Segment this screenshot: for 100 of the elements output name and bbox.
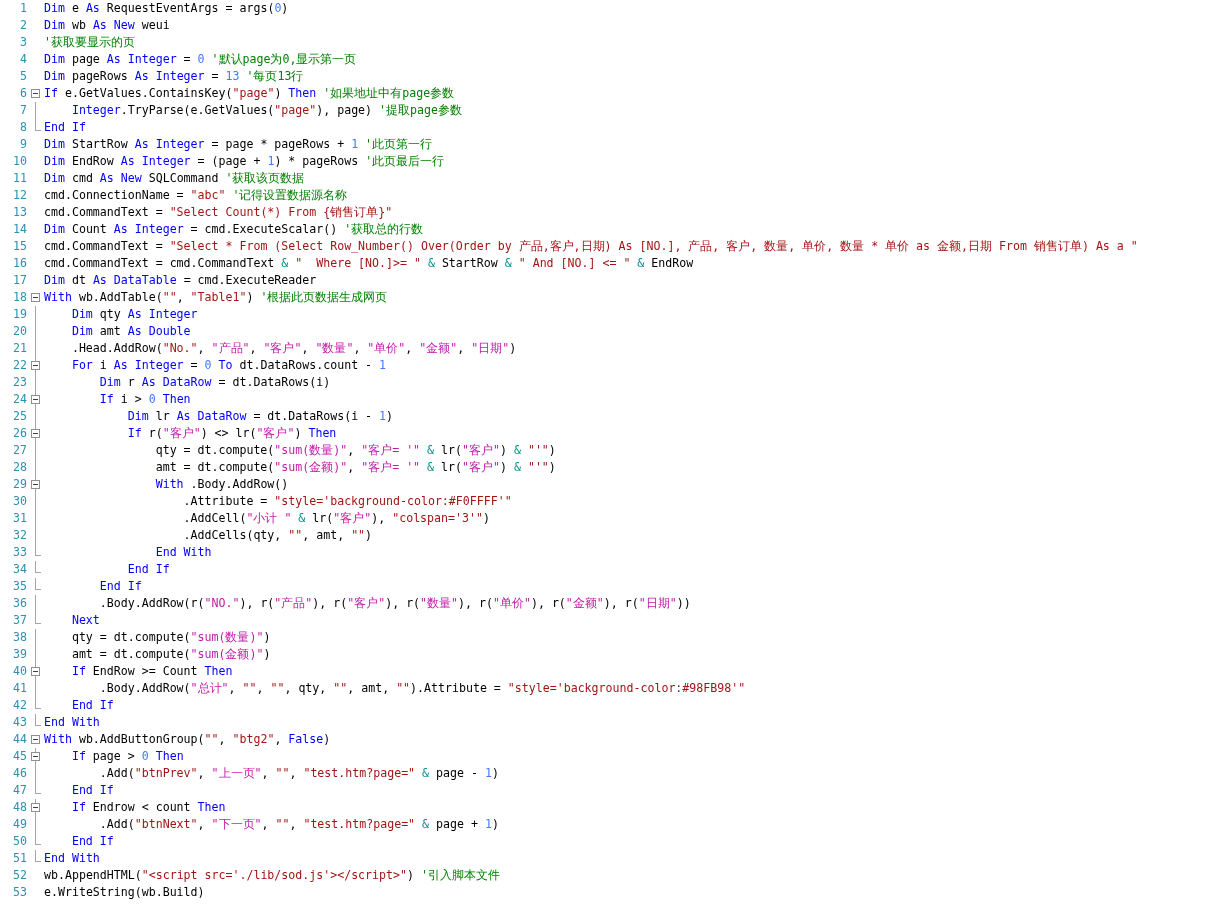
code-line: With wb.AddButtonGroup("", "btg2", False)	[44, 731, 331, 748]
code-line: Dim page As Integer = 0 '默认page为0,显示第一页	[44, 51, 357, 68]
code-line: If r("客户") <> lr("客户") Then	[126, 425, 337, 442]
line-number: 7	[19, 102, 27, 119]
collapse-icon[interactable]	[31, 429, 40, 438]
line-number: 25	[12, 408, 27, 425]
code-line: If EndRow >= Count Then	[70, 663, 233, 680]
line-number: 27	[12, 442, 27, 459]
code-line: End With	[154, 544, 212, 561]
line-number: 18	[12, 289, 27, 306]
code-line: Dim wb As New weui	[44, 17, 170, 34]
line-number: 29	[12, 476, 27, 493]
line-number: 11	[12, 170, 27, 187]
code-line: End If	[44, 119, 86, 136]
line-number: 4	[19, 51, 27, 68]
line-number: 40	[12, 663, 27, 680]
code-line: End With	[44, 714, 100, 731]
collapse-icon[interactable]	[31, 89, 40, 98]
line-number: 39	[12, 646, 27, 663]
code-line: End If	[70, 697, 114, 714]
code-line: If e.GetValues.ContainsKey("page") Then '如果地址中有page参数	[44, 85, 455, 102]
code-line: qty = dt.compute("sum(数量)")	[70, 629, 271, 646]
line-number: 44	[12, 731, 27, 748]
line-number: 52	[12, 867, 27, 884]
line-number: 53	[12, 884, 27, 901]
line-number: 23	[12, 374, 27, 391]
line-number: 15	[12, 238, 27, 255]
line-number: 30	[12, 493, 27, 510]
line-number: 47	[12, 782, 27, 799]
code-line: .Body.AddRow(r("NO."), r("产品"), r("客户"), r("数量"), r("单价"), r("金额"), r("日期"))	[98, 595, 691, 612]
code-line: amt = dt.compute("sum(金额)")	[70, 646, 271, 663]
collapse-icon[interactable]	[31, 752, 40, 761]
code-line: End If	[126, 561, 170, 578]
line-number: 41	[12, 680, 27, 697]
code-line: Dim cmd As New SQLCommand '获取该页数据	[44, 170, 305, 187]
collapse-icon[interactable]	[31, 803, 40, 812]
line-number: 14	[12, 221, 27, 238]
code-line: With .Body.AddRow()	[154, 476, 289, 493]
code-line: For i As Integer = 0 To dt.DataRows.count - 1	[70, 357, 387, 374]
line-number: 19	[12, 306, 27, 323]
line-number: 13	[12, 204, 27, 221]
line-number: 5	[19, 68, 27, 85]
code-line: If i > 0 Then	[98, 391, 191, 408]
code-line: Dim amt As Double	[70, 323, 191, 340]
line-number: 48	[12, 799, 27, 816]
collapse-icon[interactable]	[31, 361, 40, 370]
code-line: Dim pageRows As Integer = 13 '每页13行	[44, 68, 304, 85]
line-number: 9	[19, 136, 27, 153]
line-number: 32	[12, 527, 27, 544]
collapse-icon[interactable]	[31, 667, 40, 676]
line-number: 31	[12, 510, 27, 527]
line-number: 12	[12, 187, 27, 204]
line-number: 6	[19, 85, 27, 102]
code-line: cmd.CommandText = "Select Count(*) From {销售订单}"	[44, 204, 393, 221]
line-number: 17	[12, 272, 27, 289]
code-line: .Add("btnPrev", "上一页", "", "test.htm?page=" & page - 1)	[98, 765, 499, 782]
code-line: End If	[70, 782, 114, 799]
code-line: Dim r As DataRow = dt.DataRows(i)	[98, 374, 331, 391]
line-number: 20	[12, 323, 27, 340]
line-number: 22	[12, 357, 27, 374]
code-line: If Endrow < count Then	[70, 799, 226, 816]
code-line: cmd.ConnectionName = "abc" '记得设置数据源名称	[44, 187, 348, 204]
line-number: 35	[12, 578, 27, 595]
line-number: 50	[12, 833, 27, 850]
code-line: Dim qty As Integer	[70, 306, 198, 323]
code-line: wb.AppendHTML("<script src='./lib/sod.js'></script>") '引入脚本文件	[44, 867, 500, 884]
line-number: 51	[12, 850, 27, 867]
code-line: Dim e As RequestEventArgs = args(0)	[44, 0, 289, 17]
code-line: End With	[44, 850, 100, 867]
collapse-icon[interactable]	[31, 480, 40, 489]
code-line: .Attribute = "style='background-color:#F0FFFF'"	[182, 493, 512, 510]
line-number: 43	[12, 714, 27, 731]
code-line: Dim Count As Integer = cmd.ExecuteScalar() '获取总的行数	[44, 221, 424, 238]
line-number: 2	[19, 17, 27, 34]
code-line: .AddCell("小计 " & lr("客户"), "colspan='3'")	[182, 510, 490, 527]
line-number: 37	[12, 612, 27, 629]
code-line: .Add("btnNext", "下一页", "", "test.htm?page=" & page + 1)	[98, 816, 499, 833]
line-number: 1	[19, 0, 27, 17]
line-number: 26	[12, 425, 27, 442]
line-number: 24	[12, 391, 27, 408]
line-number: 36	[12, 595, 27, 612]
code-line: '获取要显示的页	[44, 34, 135, 51]
code-line: cmd.CommandText = cmd.CommandText & " Where [NO.]>= " & StartRow & " And [NO.] <= " & EndRow	[44, 255, 694, 272]
code-line: Dim lr As DataRow = dt.DataRows(i - 1)	[126, 408, 393, 425]
line-number: 21	[12, 340, 27, 357]
code-line: Next	[70, 612, 100, 629]
line-number: 10	[12, 153, 27, 170]
collapse-icon[interactable]	[31, 395, 40, 404]
code-line: End If	[98, 578, 142, 595]
line-number: 42	[12, 697, 27, 714]
line-number: 34	[12, 561, 27, 578]
collapse-icon[interactable]	[31, 293, 40, 302]
line-number: 49	[12, 816, 27, 833]
code-line: e.WriteString(wb.Build)	[44, 884, 205, 901]
collapse-icon[interactable]	[31, 735, 40, 744]
code-line: Dim StartRow As Integer = page * pageRows + 1 '此页第一行	[44, 136, 433, 153]
code-line: .Head.AddRow("No.", "产品", "客户", "数量", "单价", "金额", "日期")	[70, 340, 517, 357]
code-line: Dim EndRow As Integer = (page + 1) * pageRows '此页最后一行	[44, 153, 445, 170]
code-line: If page > 0 Then	[70, 748, 184, 765]
line-number: 45	[12, 748, 27, 765]
